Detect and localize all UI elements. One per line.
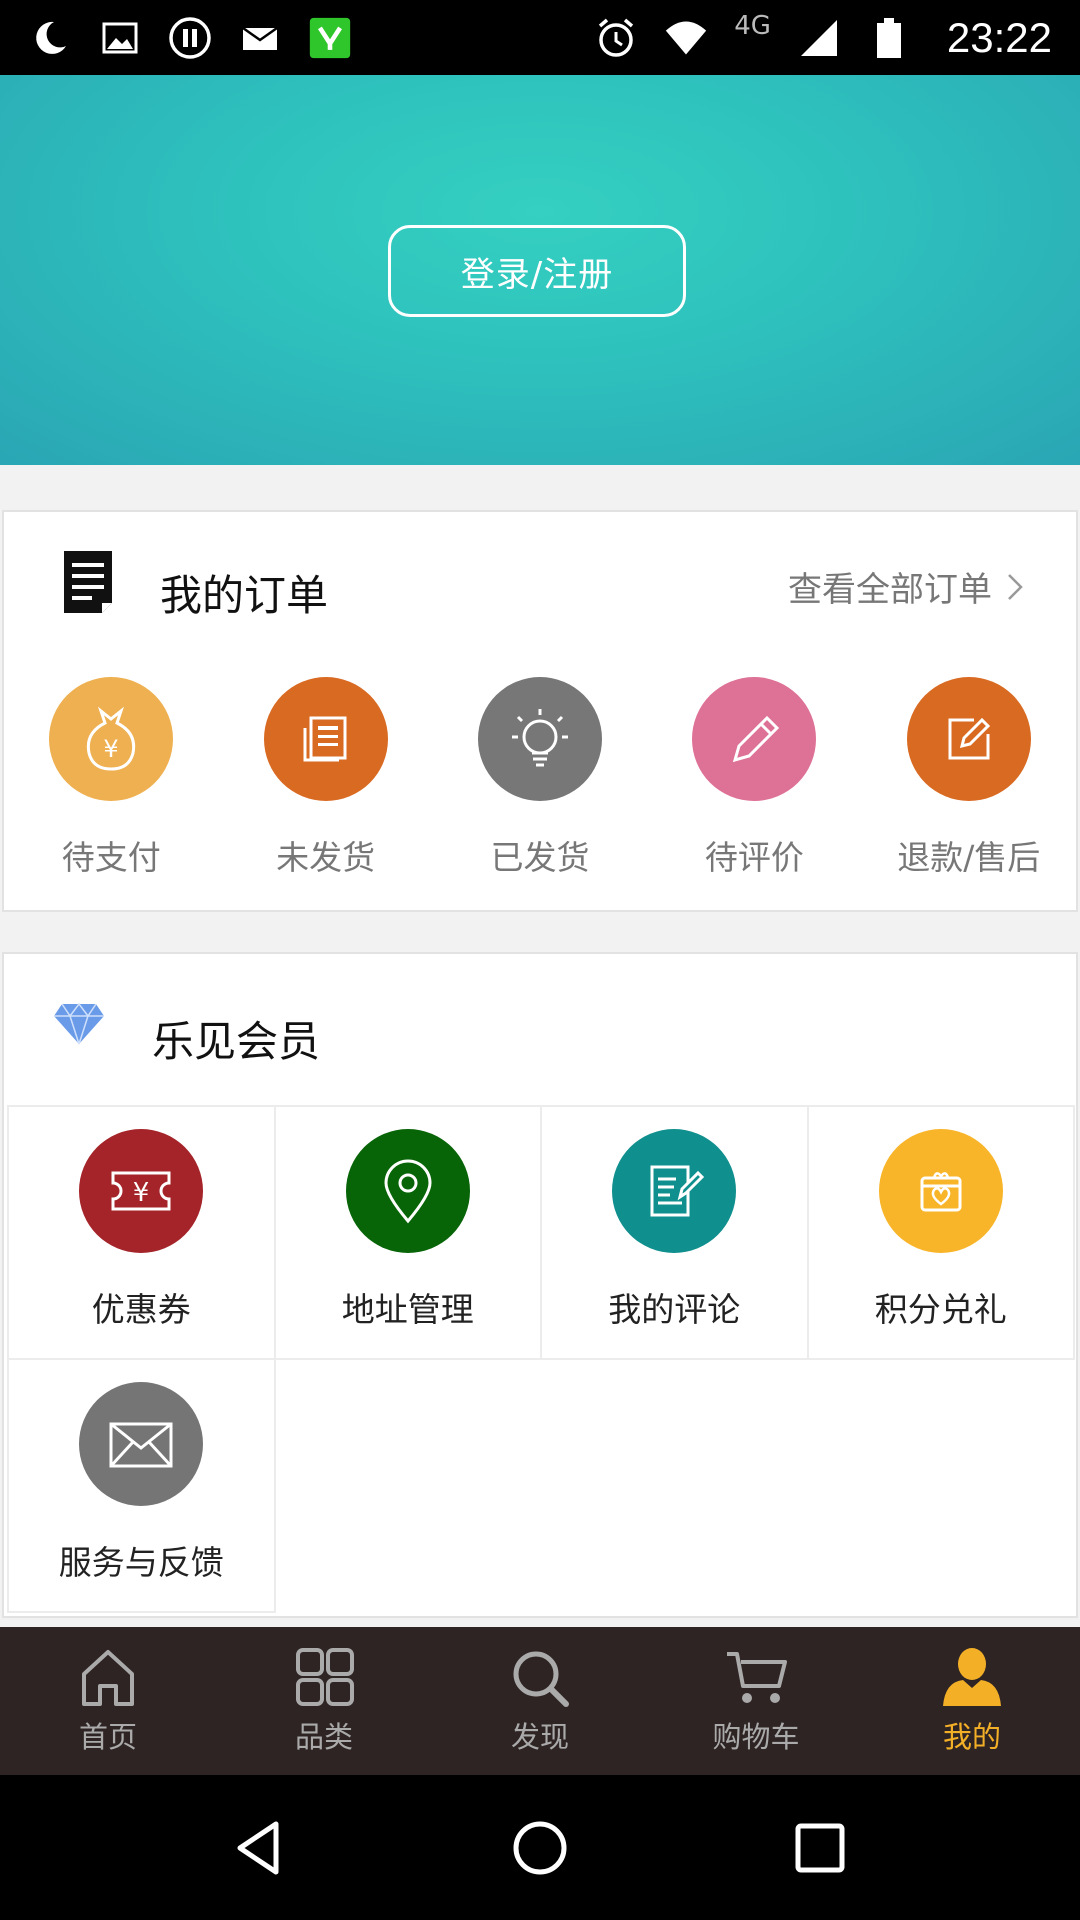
pause-icon bbox=[168, 16, 212, 60]
battery-icon bbox=[867, 16, 911, 60]
coupon-label: 优惠券 bbox=[91, 1290, 191, 1329]
system-navigation-bar bbox=[0, 1775, 1080, 1920]
profile-header: 登录/注册 bbox=[0, 75, 1080, 465]
tab-cart-label: 购物车 bbox=[712, 1720, 800, 1754]
order-document-icon bbox=[60, 547, 116, 617]
order-shipped-label: 已发货 bbox=[490, 838, 590, 877]
coupon-entry[interactable]: ¥ 优惠券 bbox=[7, 1105, 276, 1360]
order-pending-review-label: 待评价 bbox=[704, 838, 804, 877]
bottom-tab-bar: 首页 品类 发现 购物车 我的 bbox=[0, 1627, 1080, 1775]
my-comments-entry[interactable]: 我的评论 bbox=[540, 1105, 809, 1360]
clock-time: 23:22 bbox=[946, 13, 1052, 61]
member-card: 乐见会员 ¥ 优惠券 地址管理 我的评论 积分兑礼 服务与反馈 bbox=[2, 952, 1078, 1618]
home-circle-icon bbox=[513, 1821, 567, 1874]
my-comments-label: 我的评论 bbox=[608, 1290, 741, 1329]
user-icon bbox=[943, 1648, 1001, 1706]
service-feedback-label: 服务与反馈 bbox=[58, 1543, 224, 1582]
pencil-icon bbox=[692, 677, 817, 801]
my-orders-card: 我的订单 查看全部订单 ¥ 待支付 未发货 已发货 待评价 退款/售后 bbox=[2, 510, 1078, 912]
home-button[interactable] bbox=[505, 1813, 575, 1883]
order-status-row: ¥ 待支付 未发货 已发货 待评价 退款/售后 bbox=[4, 677, 1076, 897]
alarm-icon bbox=[594, 16, 638, 60]
edit-icon bbox=[906, 677, 1031, 801]
order-not-shipped[interactable]: 未发货 bbox=[218, 677, 432, 897]
login-register-button[interactable]: 登录/注册 bbox=[388, 225, 686, 317]
money-bag-icon: ¥ bbox=[49, 677, 174, 801]
recents-button[interactable] bbox=[785, 1813, 855, 1883]
view-all-orders-link[interactable]: 查看全部订单 bbox=[788, 562, 1024, 611]
network-type: 4G bbox=[734, 10, 771, 41]
my-orders-title: 我的订单 bbox=[160, 571, 329, 620]
chevron-right-icon bbox=[1008, 573, 1023, 600]
back-triangle-icon bbox=[237, 1821, 279, 1874]
coupon-icon: ¥ bbox=[79, 1129, 204, 1253]
comment-doc-icon bbox=[612, 1129, 737, 1253]
cart-icon bbox=[727, 1652, 787, 1703]
tab-home-label: 首页 bbox=[78, 1720, 137, 1754]
order-not-shipped-label: 未发货 bbox=[276, 838, 376, 877]
points-redeem-entry[interactable]: 积分兑礼 bbox=[806, 1105, 1075, 1360]
tab-category[interactable]: 品类 bbox=[216, 1627, 432, 1775]
tab-cart[interactable]: 购物车 bbox=[648, 1627, 864, 1775]
order-refund-aftersale[interactable]: 退款/售后 bbox=[862, 677, 1076, 897]
gift-icon bbox=[878, 1129, 1003, 1253]
status-left bbox=[28, 16, 352, 60]
my-orders-header: 我的订单 查看全部订单 bbox=[4, 512, 1076, 662]
order-refund-aftersale-label: 退款/售后 bbox=[897, 838, 1041, 877]
svg-text:¥: ¥ bbox=[104, 735, 119, 763]
wifi-icon bbox=[664, 16, 708, 60]
envelope-icon bbox=[79, 1382, 204, 1506]
address-management-label: 地址管理 bbox=[341, 1290, 474, 1329]
diamond-icon bbox=[52, 1002, 106, 1046]
order-shipped[interactable]: 已发货 bbox=[433, 677, 647, 897]
tab-home[interactable]: 首页 bbox=[0, 1627, 216, 1775]
tab-discover[interactable]: 发现 bbox=[432, 1627, 648, 1775]
order-pending-payment[interactable]: ¥ 待支付 bbox=[4, 677, 218, 897]
back-button[interactable] bbox=[225, 1813, 295, 1883]
recents-square-icon bbox=[795, 1823, 845, 1872]
moon-icon bbox=[28, 16, 72, 60]
search-icon bbox=[513, 1651, 569, 1707]
tab-mine-label: 我的 bbox=[942, 1720, 1001, 1754]
document-icon bbox=[263, 677, 388, 801]
tab-category-label: 品类 bbox=[294, 1720, 353, 1754]
view-all-orders-label: 查看全部订单 bbox=[788, 570, 992, 610]
signal-icon bbox=[797, 16, 841, 60]
lightbulb-icon bbox=[477, 677, 602, 801]
order-pending-payment-label: 待支付 bbox=[61, 838, 161, 877]
home-icon bbox=[82, 1650, 134, 1706]
mail-icon bbox=[238, 16, 282, 60]
svg-text:¥: ¥ bbox=[133, 1178, 150, 1208]
location-pin-icon bbox=[345, 1129, 470, 1253]
image-icon bbox=[98, 16, 142, 60]
grid-icon bbox=[296, 1648, 354, 1706]
status-right: 4G 23:22 bbox=[594, 10, 1052, 62]
app-icon bbox=[308, 16, 352, 60]
address-management-entry[interactable]: 地址管理 bbox=[273, 1105, 542, 1360]
status-bar: 4G 23:22 bbox=[0, 0, 1080, 75]
tab-discover-label: 发现 bbox=[510, 1720, 569, 1754]
order-pending-review[interactable]: 待评价 bbox=[647, 677, 861, 897]
service-feedback-entry[interactable]: 服务与反馈 bbox=[7, 1358, 276, 1613]
points-redeem-label: 积分兑礼 bbox=[874, 1290, 1007, 1329]
member-title: 乐见会员 bbox=[152, 1017, 321, 1066]
member-services-grid: ¥ 优惠券 地址管理 我的评论 积分兑礼 服务与反馈 bbox=[7, 1105, 1075, 1613]
tab-mine[interactable]: 我的 bbox=[864, 1627, 1080, 1775]
